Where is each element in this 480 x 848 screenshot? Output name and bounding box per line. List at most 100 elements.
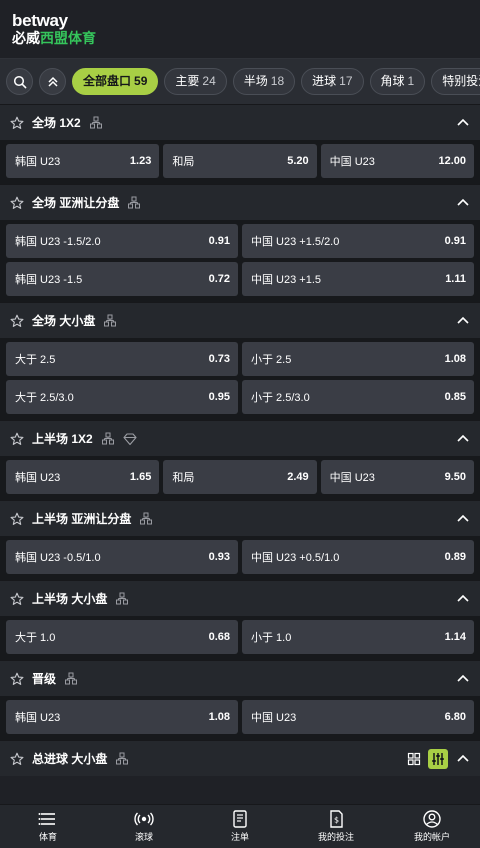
- chevron-up-icon: [457, 514, 469, 522]
- odds-button[interactable]: 韩国 U23 -0.5/1.0 0.93: [6, 540, 238, 574]
- nav-label: 我的帐户: [413, 832, 450, 842]
- odds-value: 0.93: [208, 551, 230, 563]
- filter-chip-count: 18: [270, 74, 285, 88]
- odds-value: 0.72: [208, 273, 230, 285]
- odds-value: 1.65: [129, 471, 152, 483]
- odds-button[interactable]: 中国 U23 +1.5 1.11: [242, 262, 474, 296]
- filter-chip-count: 59: [134, 74, 148, 88]
- chevron-up-icon: [457, 198, 469, 206]
- slider-view-button[interactable]: [428, 748, 448, 769]
- filter-chip[interactable]: 全部盘口 59: [72, 68, 159, 95]
- filter-chip[interactable]: 进球 17: [301, 68, 364, 95]
- sliders-icon: [432, 752, 444, 765]
- market-section: 晋级韩国 U23 1.08 中国 U23 6.80: [0, 660, 480, 740]
- market-section: 总进球 大小盘: [0, 740, 480, 776]
- odds-value: 1.11: [445, 273, 466, 285]
- market-header[interactable]: 上半场 1X2: [0, 420, 480, 456]
- odds-value: 1.23: [129, 155, 152, 167]
- filter-chip-label: 半场: [243, 74, 268, 88]
- market-header[interactable]: 上半场 亚洲让分盘: [0, 500, 480, 536]
- collapse-all-button[interactable]: [39, 68, 66, 95]
- filter-chip[interactable]: 主要 24: [164, 68, 227, 95]
- odds-button[interactable]: 韩国 U23 1.65: [6, 460, 160, 494]
- filter-chip-label: 主要: [175, 74, 200, 88]
- filter-chip-label: 进球: [312, 74, 337, 88]
- odds-button[interactable]: 和局 5.20: [163, 144, 317, 178]
- odds-value: 1.14: [444, 631, 466, 643]
- filter-chip-label: 特别投注: [442, 74, 480, 88]
- nav-item[interactable]: 注单: [192, 805, 288, 848]
- chevron-up-icon: [457, 674, 469, 682]
- market-body: 韩国 U23 1.08 中国 U23 6.80: [0, 696, 480, 740]
- bet-builder-icon: [116, 592, 129, 604]
- selection-label: 韩国 U23 -1.5: [15, 274, 83, 286]
- market-header[interactable]: 全场 大小盘: [0, 302, 480, 338]
- market-title: 总进球 大小盘: [32, 752, 108, 766]
- filter-chip[interactable]: 半场 18: [232, 68, 296, 95]
- nav-item[interactable]: 体育: [0, 805, 96, 848]
- odds-button[interactable]: 中国 U23 9.50: [320, 460, 474, 494]
- market-body: 韩国 U23 -1.5/2.0 0.91 中国 U23 +1.5/2.0 0.91 韩国…: [0, 220, 480, 302]
- market-title: 全场 大小盘: [32, 314, 96, 328]
- search-button[interactable]: [6, 68, 33, 95]
- odds-value: 0.89: [444, 551, 466, 563]
- odds-button[interactable]: 中国 U23 +1.5/2.0 0.91: [242, 224, 474, 258]
- betslip-icon: [233, 810, 247, 828]
- market-section: 全场 大小盘大于 2.5 0.73 小于 2.5 1.08 大于 2.5/3.0 0.95…: [0, 302, 480, 420]
- odds-value: 6.80: [444, 711, 466, 723]
- market-header[interactable]: 上半场 大小盘: [0, 580, 480, 616]
- diamond-icon: [123, 432, 137, 445]
- star-icon: [10, 116, 24, 129]
- live-broadcast-icon: [134, 812, 154, 826]
- market-header[interactable]: 晋级: [0, 660, 480, 696]
- market-header[interactable]: 全场 1X2: [0, 104, 480, 140]
- selection-label: 中国 U23: [251, 712, 297, 724]
- chevron-up-icon: [457, 316, 469, 324]
- star-icon: [10, 672, 24, 685]
- odds-button[interactable]: 韩国 U23 -1.5 0.72: [6, 262, 238, 296]
- odds-button[interactable]: 和局 2.49: [163, 460, 317, 494]
- odds-button[interactable]: 韩国 U23 1.08: [6, 700, 238, 734]
- nav-item[interactable]: $ 我的投注: [288, 805, 384, 848]
- filter-chip-count: 24: [202, 74, 216, 88]
- odds-row: 韩国 U23 -0.5/1.0 0.93 中国 U23 +0.5/1.0 0.89: [6, 540, 474, 574]
- star-icon: [10, 592, 24, 605]
- filter-chip-count: 1: [407, 74, 415, 88]
- odds-button[interactable]: 小于 2.5 1.08: [242, 342, 474, 376]
- nav-item[interactable]: 我的帐户: [384, 805, 480, 848]
- double-chevron-up-icon: [47, 76, 58, 87]
- market-header[interactable]: 总进球 大小盘: [0, 740, 480, 776]
- market-filter-bar: 全部盘口59主要24半场18进球17角球1特别投注: [0, 58, 480, 104]
- filter-chip[interactable]: 特别投注: [431, 68, 480, 95]
- odds-button[interactable]: 中国 U23 +0.5/1.0 0.89: [242, 540, 474, 574]
- markets-list: 全场 1X2 韩国 U23 1.23 和局 5.20 中国 U23 12.00 全场 亚洲让分…: [0, 104, 480, 802]
- odds-button[interactable]: 小于 2.5/3.0 0.85: [242, 380, 474, 414]
- market-body: 大于 2.5 0.73 小于 2.5 1.08 大于 2.5/3.0 0.95 小于 2.5…: [0, 338, 480, 420]
- app-header: betway 必威西盟体育: [0, 0, 480, 58]
- odds-button[interactable]: 小于 1.0 1.14: [242, 620, 474, 654]
- odds-value: 1.08: [444, 353, 466, 365]
- market-section: 上半场 大小盘大于 1.0 0.68 小于 1.0 1.14: [0, 580, 480, 660]
- odds-button[interactable]: 大于 2.5 0.73: [6, 342, 238, 376]
- market-section: 上半场 亚洲让分盘 韩国 U23 -0.5/1.0 0.93 中国 U23 +0.5/…: [0, 500, 480, 580]
- selection-label: 中国 U23: [329, 472, 375, 484]
- odds-button[interactable]: 韩国 U23 1.23: [6, 144, 160, 178]
- brand-logo[interactable]: betway: [12, 12, 468, 29]
- odds-button[interactable]: 大于 2.5/3.0 0.95: [6, 380, 238, 414]
- selection-label: 韩国 U23: [15, 472, 61, 484]
- nav-label: 我的投注: [317, 832, 354, 842]
- star-icon: [10, 432, 24, 445]
- odds-button[interactable]: 大于 1.0 0.68: [6, 620, 238, 654]
- odds-button[interactable]: 中国 U23 12.00: [320, 144, 474, 178]
- filter-chip-label: 全部盘口: [83, 74, 132, 88]
- market-section: 全场 亚洲让分盘 韩国 U23 -1.5/2.0 0.91 中国 U23 +1.5/2…: [0, 184, 480, 302]
- selection-label: 小于 2.5/3.0: [251, 392, 310, 404]
- odds-button[interactable]: 韩国 U23 -1.5/2.0 0.91: [6, 224, 238, 258]
- grid-view-button[interactable]: [404, 749, 424, 769]
- filter-chip[interactable]: 角球 1: [369, 68, 426, 95]
- market-header[interactable]: 全场 亚洲让分盘: [0, 184, 480, 220]
- nav-item[interactable]: 滚球: [96, 805, 192, 848]
- odds-button[interactable]: 中国 U23 6.80: [242, 700, 474, 734]
- odds-row: 韩国 U23 -1.5 0.72 中国 U23 +1.5 1.11: [6, 262, 474, 296]
- svg-text:$: $: [334, 816, 339, 825]
